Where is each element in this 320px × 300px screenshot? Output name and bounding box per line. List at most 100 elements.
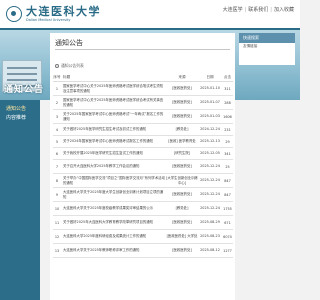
row-number: 13 — [54, 248, 60, 253]
notice-source: [医政] 医学教育处 — [168, 139, 196, 144]
notice-source: [研究生院] — [173, 151, 191, 156]
row-number: 10 — [54, 206, 60, 211]
notice-date: 2025-12-24 — [200, 164, 220, 169]
notice-date: 2025-08-23 — [200, 234, 220, 239]
row-number: 9 — [55, 192, 59, 197]
notice-hit-count: 671 — [224, 220, 231, 225]
notice-date: 2025-01-03 — [200, 114, 220, 119]
notice-source: [医政医药处] — [172, 100, 192, 105]
table-row[interactable]: 8 关于举办“中国国际医学交流”项目之“国际医学交流月”系列学术活动的通知 [大学生… — [53, 174, 233, 188]
notice-source: [医政医药处] — [172, 192, 192, 197]
row-number: 7 — [55, 164, 59, 169]
location-icon — [55, 64, 59, 68]
notice-title-link[interactable]: 关于做好2025年医学研究生招生考试及初试工作的通知 — [61, 127, 166, 131]
breadcrumb: 通知公告列表 — [55, 63, 84, 69]
notice-hit-count: 341 — [224, 151, 231, 156]
site-logo[interactable]: 大连医科大学 Dalian Medical University — [6, 3, 101, 25]
notice-title-link[interactable]: 关于做好2025年大连医科大学教育教学改革研究项目的通知 — [61, 220, 166, 224]
quick-search-panel: 快速搜索 友情链接 — [239, 33, 295, 65]
notice-hit-count: 25 — [225, 164, 230, 169]
column-header-date: 日期 — [206, 75, 214, 80]
table-row[interactable]: 13 大连医科大学关于2025年教师职称评审工作的通知 [医政医药处] 2025-08… — [53, 244, 233, 258]
notice-title-link[interactable]: 国家医学考试中心关于2025年医师资格考试医学综合考试有关事宜的通知 — [61, 98, 166, 107]
notice-date: 2025-08-29 — [200, 220, 220, 225]
column-header-hits: 点击 — [223, 75, 232, 79]
notice-hit-count: 231 — [224, 127, 231, 132]
column-header-title: 标题 — [63, 75, 71, 80]
notice-date: 2025-12-24 — [200, 206, 220, 211]
row-number: 6 — [55, 151, 59, 156]
table-row[interactable]: 9 大连医科大学关于2025年度大学生创新创业训练计划项目立项的通知 [医政医药处]… — [53, 188, 233, 202]
table-row[interactable]: 7 关于召开大连医科大学2025年教学工作会议的通知 [医政医药处] 2025-12-… — [53, 160, 233, 174]
row-number: 1 — [55, 86, 59, 91]
notice-title-link[interactable]: 大连医科大学关于2025年度校级教学成果奖评审结果的公示 — [61, 206, 166, 210]
row-number: 8 — [55, 178, 59, 183]
notice-title-link[interactable]: 大连医科大学关于2025年度大学生创新创业训练计划项目立项的通知 — [61, 190, 166, 199]
table-row[interactable]: 4 关于做好2025年医学研究生招生考试及初试工作的通知 [教务处] 2024-12-… — [53, 124, 233, 136]
notice-title-link[interactable]: 关于召开大连医科大学2025年教学工作会议的通知 — [61, 164, 166, 168]
notice-source: [大学生创新创业训练中心] — [166, 176, 198, 185]
column-header-no: 序号 — [53, 75, 61, 79]
table-row[interactable]: 12 大连医科大学2025年度科研经费及成果统计工作的通知 [医政医药处] 大学处 2… — [53, 230, 233, 244]
table-row[interactable]: 1 国家医学考试中心关于2025年医师资格考试医学综合笔试考生须知及注意事项的通知… — [53, 82, 233, 96]
table-row[interactable]: 2 国家医学考试中心关于2025年医师资格考试医学综合考试有关事宜的通知 [医政医药… — [53, 96, 233, 110]
row-number: 12 — [54, 234, 60, 239]
row-number: 4 — [55, 127, 59, 132]
notice-title-link[interactable]: 国家医学考试中心关于2025年医师资格考试医学综合笔试考生须知及注意事项的通知 — [61, 84, 166, 93]
top-nav-link-bookmark[interactable]: 加入收藏 — [274, 6, 294, 13]
notice-date: 2025-12-24 — [200, 192, 220, 197]
sidebar-item-recommended[interactable]: 内容推荐 — [0, 114, 40, 123]
breadcrumb-label[interactable]: 通知公告列表 — [61, 63, 84, 69]
nav-divider: | — [270, 6, 272, 13]
friend-links-link[interactable]: 友情链接 — [239, 43, 295, 49]
notice-title-link[interactable]: 大连医科大学关于2025年教师职称评审工作的通知 — [61, 248, 166, 252]
row-number: 3 — [55, 114, 59, 119]
notice-source: [医政医药处] — [172, 164, 192, 169]
notice-source: [医政医药处] — [172, 86, 192, 91]
main-content: 通知公告 通知公告列表 序号 标题 来源 日期 点击 1 国家医学考试中心关于20… — [50, 33, 235, 300]
column-header-source: 来源 — [178, 75, 186, 80]
notice-title-link[interactable]: 大连医科大学2025年度科研经费及成果统计工作的通知 — [61, 234, 166, 238]
notice-source: [医政医药处] — [172, 220, 192, 225]
notice-date: 2024-12-24 — [200, 127, 220, 132]
university-seal-icon — [6, 6, 22, 22]
notice-title-link[interactable]: 关于我校开展2025年医学研究生招生复试工作的通知 — [61, 151, 166, 155]
notice-source: [医政医药处] — [172, 248, 192, 253]
notice-table: 序号 标题 来源 日期 点击 1 国家医学考试中心关于2025年医师资格考试医学综… — [53, 74, 233, 258]
table-header: 序号 标题 来源 日期 点击 — [53, 74, 233, 82]
notice-date: 2025-12-05 — [200, 151, 220, 156]
notice-hit-count: 1606 — [223, 114, 232, 119]
logo-english-name: Dalian Medical University — [26, 17, 71, 22]
notice-source: [医政医药处] — [172, 114, 192, 119]
table-row[interactable]: 11 关于做好2025年大连医科大学教育教学改革研究项目的通知 [医政医药处] 202… — [53, 216, 233, 230]
notice-source: [医政医药处] 大学处 — [166, 234, 198, 239]
top-nav-link-contact[interactable]: 联系我们 — [248, 6, 268, 13]
notice-hit-count: 288 — [224, 100, 231, 105]
table-row[interactable]: 10 大连医科大学关于2025年度校级教学成果奖评审结果的公示 [教务处] 2025-… — [53, 202, 233, 216]
top-nav: 大连医学 | 联系我们 | 加入收藏 — [223, 6, 294, 14]
notice-title-link[interactable]: 关于举办“中国国际医学交流”项目之“国际医学交流月”系列学术活动的通知 — [61, 176, 166, 185]
logo-chinese-name: 大连医科大学 — [26, 4, 101, 18]
notice-title-link[interactable]: 关于2025年国家医学考试中心医师资格考试“一年两试”报名工作的通知 — [61, 112, 166, 121]
notice-hit-count: 1755 — [223, 206, 232, 211]
table-row[interactable]: 6 关于我校开展2025年医学研究生招生复试工作的通知 [研究生院] 2025-12-… — [53, 148, 233, 160]
table-row[interactable]: 3 关于2025年国家医学考试中心医师资格考试“一年两试”报名工作的通知 [医政医药… — [53, 110, 233, 124]
sidebar: 通知公告 内容推荐 — [0, 100, 40, 300]
notice-hit-count: 847 — [224, 192, 231, 197]
page-title: 通知公告 — [55, 39, 83, 47]
sidebar-item-notices[interactable]: 通知公告 — [0, 105, 40, 114]
notice-hit-count: 311 — [224, 86, 231, 91]
nav-divider: | — [244, 6, 247, 13]
row-number: 2 — [55, 100, 59, 105]
table-row[interactable]: 5 关于2024年国家医学考试中心医师资格考试报名工作的通知 [医政] 医学教育处 2… — [53, 136, 233, 148]
notice-hit-count: 1277 — [223, 248, 232, 253]
notice-title-link[interactable]: 关于2024年国家医学考试中心医师资格考试报名工作的通知 — [61, 139, 166, 143]
banner-caption: 通知公告 — [4, 85, 45, 95]
notice-hit-count: 29 — [225, 139, 230, 144]
notice-date: 2025-01-07 — [200, 100, 220, 105]
top-nav-link-home[interactable]: 大连医学 — [223, 6, 243, 13]
site-header: 大连医科大学 Dalian Medical University 大连医学 | … — [0, 0, 300, 28]
notice-source: [教务处] — [175, 206, 189, 211]
quick-search-title: 快速搜索 — [239, 33, 295, 43]
title-divider — [55, 49, 230, 50]
